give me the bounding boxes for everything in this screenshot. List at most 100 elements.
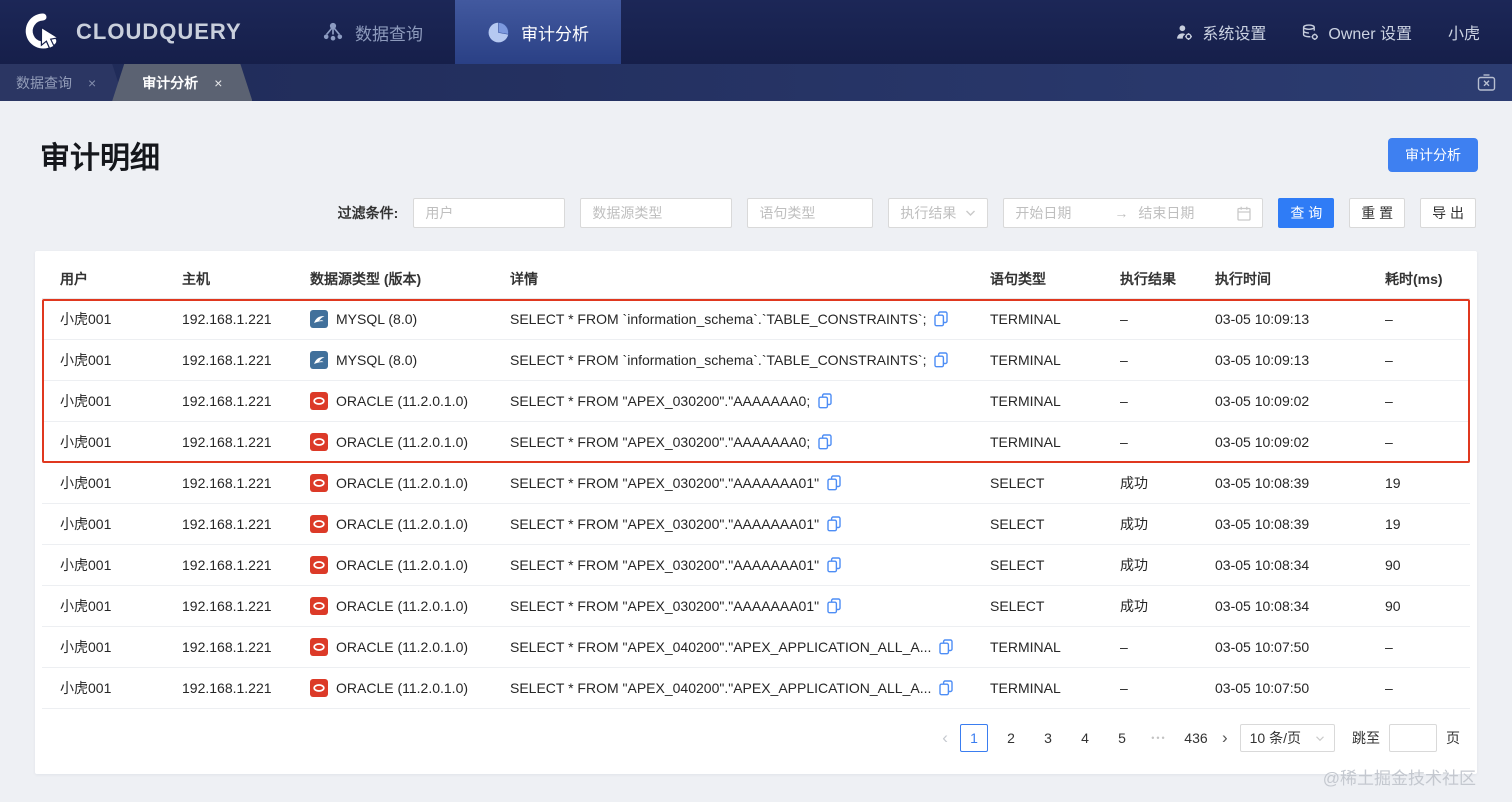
detail-sql-text: SELECT * FROM "APEX_030200"."AAAAAAA01": [510, 557, 820, 573]
close-all-tabs-icon[interactable]: [1477, 74, 1496, 91]
cell-statement-type: TERMINAL: [990, 352, 1061, 368]
nav-item-data-query[interactable]: 数据查询: [290, 0, 455, 64]
datasource-icon: [310, 679, 328, 697]
datasource-label: MYSQL (8.0): [336, 352, 418, 368]
cell-time: 03-05 10:07:50: [1215, 680, 1310, 696]
detail-sql-text: SELECT * FROM "APEX_040200"."APEX_APPLIC…: [510, 639, 932, 655]
oracle-ring-icon: [313, 684, 325, 692]
copy-icon[interactable]: [827, 598, 841, 614]
brand: CLOUDQUERY: [0, 0, 290, 64]
date-range-picker[interactable]: 开始日期 → 结束日期: [1003, 198, 1264, 228]
audit-analysis-button[interactable]: 审计分析: [1388, 138, 1478, 172]
query-button[interactable]: 查 询: [1278, 198, 1335, 228]
cell-detail: SELECT * FROM "APEX_030200"."AAAAAAA0;: [492, 434, 972, 450]
copy-icon[interactable]: [934, 311, 949, 327]
copy-icon[interactable]: [827, 516, 841, 532]
copy-icon[interactable]: [818, 393, 832, 409]
cell-statement-type: SELECT: [990, 516, 1045, 532]
copy-icon[interactable]: [934, 352, 949, 368]
main-nav: 数据查询 审计分析: [290, 0, 621, 64]
table-row: 小虎001 192.168.1.221 ORACLE (11.2.0.1.0) …: [42, 422, 1470, 463]
datasource-filter-input[interactable]: [580, 198, 733, 228]
tab-close-icon[interactable]: ×: [214, 75, 222, 91]
tab-audit-analysis[interactable]: 审计分析 ×: [112, 64, 252, 101]
detail-sql-text: SELECT * FROM "APEX_030200"."AAAAAAA01": [510, 516, 820, 532]
start-date-placeholder: 开始日期: [1015, 205, 1072, 221]
copy-icon[interactable]: [827, 475, 841, 491]
jump-unit-label: 页: [1446, 730, 1460, 746]
datasource-label: ORACLE (11.2.0.1.0): [336, 475, 469, 491]
tab-label: 审计分析: [142, 74, 199, 91]
tab-label: 数据查询: [16, 74, 72, 91]
cell-host: 192.168.1.221: [182, 557, 272, 573]
page-button[interactable]: 3: [1034, 724, 1062, 752]
cell-cost: –: [1385, 393, 1393, 409]
cell-user: 小虎001: [60, 393, 112, 409]
date-range-arrow: →: [1114, 205, 1129, 221]
cell-host: 192.168.1.221: [182, 434, 272, 450]
chevron-down-icon: [965, 209, 976, 217]
next-page-icon[interactable]: ›: [1219, 728, 1231, 748]
nav-item-audit-analysis[interactable]: 审计分析: [455, 0, 621, 64]
table-row: 小虎001 192.168.1.221 MYSQL (8.0) SELECT *…: [42, 299, 1470, 340]
calendar-icon: [1237, 206, 1251, 221]
system-settings-link[interactable]: 系统设置: [1176, 20, 1266, 44]
user-filter-input[interactable]: [413, 198, 566, 228]
datasource-label: ORACLE (11.2.0.1.0): [336, 598, 469, 614]
cell-host: 192.168.1.221: [182, 352, 272, 368]
datasource-label: ORACLE (11.2.0.1.0): [336, 393, 469, 409]
end-date-placeholder: 结束日期: [1138, 205, 1195, 221]
oracle-ring-icon: [313, 438, 325, 446]
page-ellipsis[interactable]: •••: [1145, 724, 1173, 752]
prev-page-icon[interactable]: ‹: [939, 728, 951, 748]
tab-close-icon[interactable]: ×: [88, 75, 96, 91]
table-row: 小虎001 192.168.1.221 ORACLE (11.2.0.1.0) …: [42, 463, 1470, 504]
cell-host: 192.168.1.221: [182, 475, 272, 491]
statement-filter-input[interactable]: [747, 198, 874, 228]
page-button[interactable]: 5: [1108, 724, 1136, 752]
cell-result: –: [1120, 352, 1128, 368]
page-button[interactable]: 4: [1071, 724, 1099, 752]
cell-detail: SELECT * FROM "APEX_030200"."AAAAAAA0;: [492, 393, 972, 409]
pie-chart-icon: [487, 21, 510, 44]
page-size-select[interactable]: 10 条/页: [1239, 724, 1335, 752]
column-header: 语句类型: [990, 270, 1046, 287]
copy-icon[interactable]: [939, 639, 954, 655]
filter-bar: 过滤条件: 执行结果 开始日期 → 结束日期 查 询 重 置 导 出: [0, 198, 1476, 228]
cell-datasource: ORACLE (11.2.0.1.0): [292, 638, 492, 656]
oracle-ring-icon: [313, 602, 325, 610]
datasource-icon: [310, 638, 328, 656]
jump-page-input[interactable]: [1389, 724, 1437, 752]
page-header: 审计明细 审计分析: [40, 133, 1478, 177]
column-header: 主机: [182, 270, 210, 287]
result-filter-select[interactable]: 执行结果: [888, 198, 989, 228]
audit-table-card: 用户 主机 数据源类型 (版本) 详情 语句类型 执行结果 执行时间 耗时(ms) 小虎001…: [35, 251, 1477, 774]
cell-user: 小虎001: [60, 680, 112, 696]
cell-datasource: ORACLE (11.2.0.1.0): [292, 597, 492, 615]
copy-icon[interactable]: [939, 680, 954, 696]
pagination: ‹ 1 2 3 4 5 ••• 436 › 10 条/页 跳至 页: [42, 724, 1460, 752]
cell-time: 03-05 10:09:02: [1215, 393, 1310, 409]
user-menu[interactable]: 小虎: [1448, 20, 1480, 44]
export-button[interactable]: 导 出: [1420, 198, 1476, 228]
detail-sql-text: SELECT * FROM "APEX_030200"."AAAAAAA01": [510, 475, 820, 491]
tab-data-query[interactable]: 数据查询 ×: [0, 64, 124, 101]
detail-sql-text: SELECT * FROM "APEX_030200"."AAAAAAA0;: [510, 393, 811, 409]
cell-host: 192.168.1.221: [182, 639, 272, 655]
column-header: 用户: [60, 270, 88, 287]
copy-icon[interactable]: [818, 434, 832, 450]
cell-datasource: ORACLE (11.2.0.1.0): [292, 679, 492, 697]
page-button[interactable]: 436: [1182, 724, 1210, 752]
cell-time: 03-05 10:08:39: [1215, 516, 1310, 532]
copy-icon[interactable]: [827, 557, 841, 573]
page-title: 审计明细: [40, 142, 160, 175]
page-button[interactable]: 2: [997, 724, 1025, 752]
cell-cost: 19: [1385, 516, 1401, 532]
cell-result: –: [1120, 639, 1128, 655]
cell-host: 192.168.1.221: [182, 680, 272, 696]
reset-button[interactable]: 重 置: [1349, 198, 1406, 228]
page-button[interactable]: 1: [959, 724, 988, 752]
datasource-icon: [310, 597, 328, 615]
cell-cost: 90: [1385, 557, 1401, 573]
owner-settings-link[interactable]: Owner 设置: [1302, 20, 1412, 44]
